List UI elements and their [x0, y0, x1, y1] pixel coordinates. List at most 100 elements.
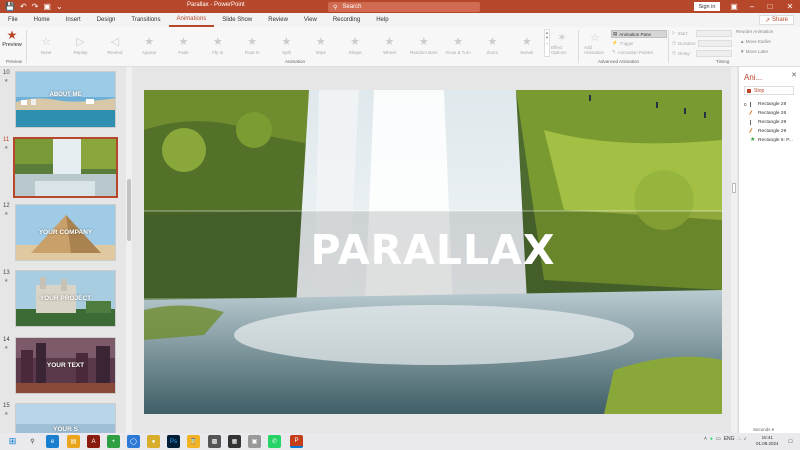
save-icon[interactable]: 💾 [5, 2, 15, 11]
tab-file[interactable]: File [0, 13, 26, 27]
tab-home[interactable]: Home [26, 13, 58, 27]
tab-review[interactable]: Review [260, 13, 296, 27]
search-icon[interactable]: ⚲ [26, 435, 39, 448]
stop-button[interactable]: Stop [744, 86, 794, 95]
move-later-button[interactable]: ▼ Move Later [740, 49, 768, 54]
effect-options-button[interactable]: ✶ Effect Options [551, 29, 573, 57]
notifications-icon[interactable]: □ [784, 435, 797, 448]
gallery-scrollbar[interactable]: ▲ ▼ ⌄ [544, 29, 550, 57]
edge-icon[interactable]: e [46, 435, 59, 448]
anim-float-in[interactable]: ★ Float In [235, 29, 269, 57]
app-grey-icon[interactable]: ▩ [208, 435, 221, 448]
add-animation-button[interactable]: ☆ Add Animation [584, 29, 606, 57]
file-explorer-icon[interactable]: ▤ [67, 435, 80, 448]
duration-icon: ◷ [672, 40, 676, 45]
tab-insert[interactable]: Insert [58, 13, 89, 27]
trigger-button[interactable]: ⚡ Trigger [611, 39, 667, 47]
app-yellow-icon[interactable]: ● [147, 435, 160, 448]
ribbon-options-icon[interactable]: ▣ [724, 0, 744, 13]
scroll-thumb[interactable] [732, 183, 736, 193]
animation-item[interactable]: 0 Rectangle 28 [744, 100, 793, 109]
anim-none[interactable]: ☆ None [29, 29, 63, 57]
start-field[interactable]: ▷ Start: [672, 29, 732, 37]
tab-recording[interactable]: Recording [325, 13, 368, 27]
current-slide[interactable]: PARALLAX [144, 90, 722, 414]
slideshow-icon[interactable]: ▣ [43, 2, 51, 11]
pane-close-icon[interactable]: ✕ [791, 71, 797, 79]
preview-button[interactable]: ★ Preview [2, 28, 22, 58]
slide-thumbnail-10[interactable]: ABOUT ME [15, 71, 116, 128]
slide-thumbnail-13[interactable]: YOUR PROJECT [15, 270, 116, 327]
app-hourglass-icon[interactable]: ⌛ [187, 435, 200, 448]
share-button[interactable]: ↗ Share [758, 15, 794, 25]
battery-icon[interactable]: ▭ [716, 436, 721, 442]
slide-thumbnail-14[interactable]: YOUR TEXT [15, 337, 116, 394]
clock[interactable]: 15:41 01.08.2024 [756, 435, 779, 447]
trigger-icon: ⚡ [612, 40, 618, 45]
windows-start-icon[interactable]: ⊞ [6, 435, 19, 448]
redo-icon[interactable]: ↷ [32, 2, 39, 11]
slide-thumbnail-12[interactable]: YOUR COMPANY [15, 204, 116, 261]
language-indicator[interactable]: ENG [724, 436, 735, 442]
animation-item[interactable]: Rectangle 29 [744, 127, 793, 136]
animation-painter-button[interactable]: ✎ Animation Painter [611, 48, 667, 56]
sign-in-button[interactable]: Sign in [694, 2, 720, 11]
animation-item[interactable]: Rectangle 26 [744, 109, 793, 118]
anim-replay[interactable]: ▷ Replay [63, 29, 97, 57]
app-plus-icon[interactable]: + [107, 435, 120, 448]
customize-icon[interactable]: ⌄ [56, 2, 63, 11]
thumbnails-scrollbar[interactable] [126, 67, 132, 433]
anim-rewind[interactable]: ◁ Rewind [98, 29, 132, 57]
tab-view[interactable]: View [296, 13, 325, 27]
anim-shape[interactable]: ★ Shape [338, 29, 372, 57]
anim-split[interactable]: ★ Split [269, 29, 303, 57]
anim-wipe[interactable]: ★ Wipe [304, 29, 338, 57]
editor-scrollbar[interactable] [731, 67, 737, 433]
anim-grow-turn[interactable]: ★ Grow & Turn [441, 29, 475, 57]
delay-input[interactable] [696, 49, 732, 57]
anim-fade[interactable]: ★ Fade [166, 29, 200, 57]
slide-thumbnail-15[interactable]: YOUR S [15, 403, 116, 433]
anim-swivel[interactable]: ★ Swivel [510, 29, 544, 57]
thumb-title: YOUR TEXT [46, 362, 85, 369]
move-earlier-button[interactable]: ▲ Move Earlier [740, 39, 771, 44]
thumb-title: YOUR COMPANY [38, 229, 93, 236]
tab-slide-show[interactable]: Slide Show [214, 13, 260, 27]
app-gallery-icon[interactable]: ▣ [248, 435, 261, 448]
tab-design[interactable]: Design [89, 13, 124, 27]
close-icon[interactable]: ✕ [780, 0, 800, 13]
tab-help[interactable]: Help [368, 13, 396, 27]
undo-icon[interactable]: ↶ [20, 2, 27, 11]
chevron-up-icon[interactable]: ˄ [704, 436, 707, 442]
maximize-icon[interactable]: □ [760, 0, 780, 13]
anim-zoom[interactable]: ★ Zoom [475, 29, 509, 57]
motion-path-icon [749, 128, 756, 135]
whatsapp-tray-icon[interactable]: ● [710, 436, 713, 442]
powerpoint-icon[interactable]: P [290, 435, 303, 448]
tab-transitions[interactable]: Transitions [123, 13, 168, 27]
whatsapp-icon[interactable]: ✆ [268, 435, 281, 448]
search-box[interactable]: ⚲ Search [328, 2, 480, 12]
animation-item[interactable]: ★ Rectangle 6: P... [744, 136, 793, 145]
minimize-icon[interactable]: – [742, 0, 762, 13]
photoshop-icon[interactable]: Ps [167, 435, 180, 448]
duration-input[interactable] [698, 39, 732, 47]
anim-wheel[interactable]: ★ Wheel [372, 29, 406, 57]
animation-item[interactable]: Rectangle 29 [744, 118, 793, 127]
calendar-icon[interactable]: ▦ [228, 435, 241, 448]
tab-animations[interactable]: Animations [168, 13, 215, 27]
acrobat-icon[interactable]: A [87, 435, 100, 448]
animation-pane-button[interactable]: ▤ Animation Pane [611, 30, 667, 38]
volume-icon[interactable]: ♪ [744, 436, 747, 442]
scroll-thumb[interactable] [127, 179, 131, 241]
slide-title[interactable]: PARALLAX [144, 226, 722, 274]
anim-fly-in[interactable]: ★ Fly In [201, 29, 235, 57]
wifi-icon[interactable]: ∴ [738, 436, 741, 442]
anim-random-bars[interactable]: ★ Random Bars [407, 29, 441, 57]
duration-field[interactable]: ◷ Duration: [672, 39, 732, 47]
start-dropdown[interactable] [696, 29, 732, 37]
anim-appear[interactable]: ★ Appear [132, 29, 166, 57]
app-blue-icon[interactable]: ◯ [127, 435, 140, 448]
slide-thumbnail-11[interactable] [13, 137, 118, 198]
delay-field[interactable]: ◷ Delay: [672, 49, 732, 57]
